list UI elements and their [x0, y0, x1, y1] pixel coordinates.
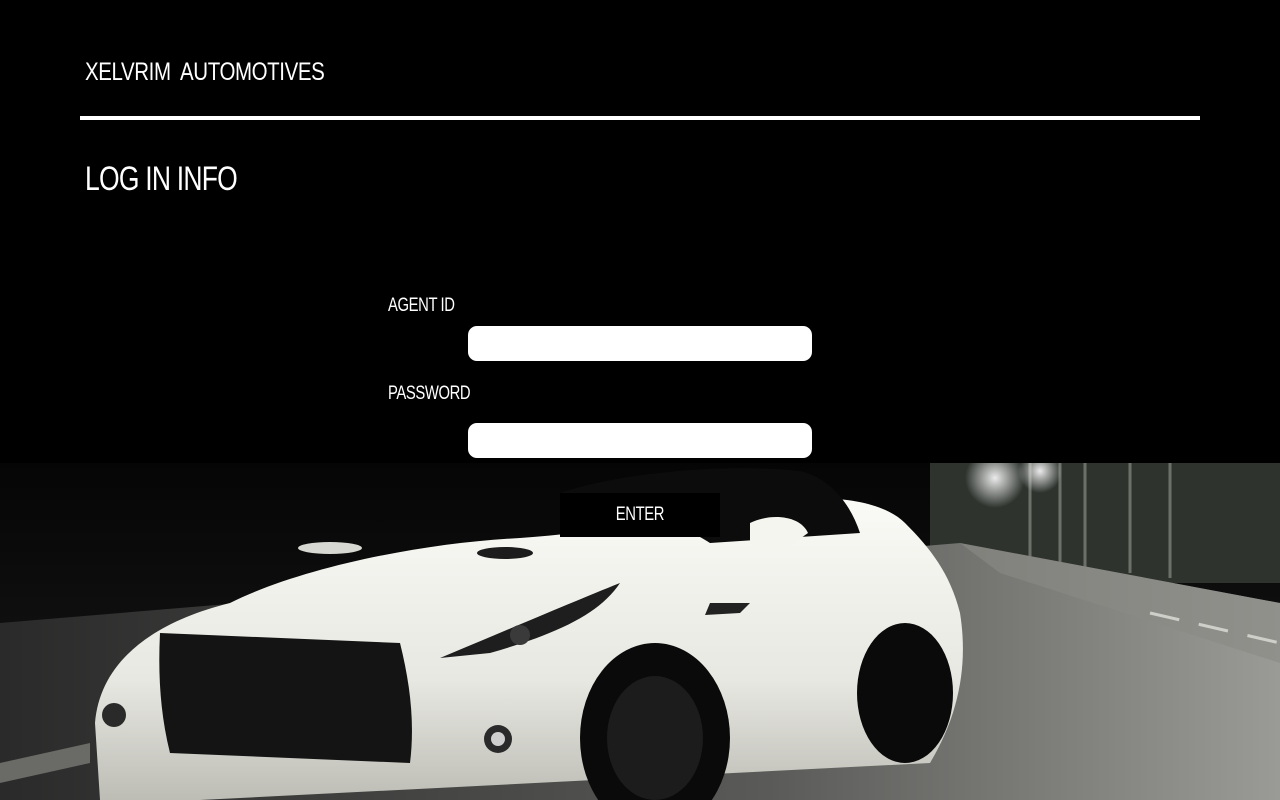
enter-button[interactable]: ENTER [560, 493, 720, 537]
agent-id-label: AGENT ID [388, 295, 455, 316]
agent-id-input[interactable] [468, 326, 812, 361]
password-label: PASSWORD [388, 383, 471, 404]
header-divider [80, 116, 1200, 120]
enter-button-label: ENTER [615, 504, 665, 525]
brand-name: XELVRIM AUTOMOTIVES [85, 58, 325, 86]
login-page: XELVRIM AUTOMOTIVES LOG IN INFO AGENT ID… [0, 0, 1280, 800]
password-input[interactable] [468, 423, 812, 458]
page-title: LOG IN INFO [85, 160, 238, 198]
